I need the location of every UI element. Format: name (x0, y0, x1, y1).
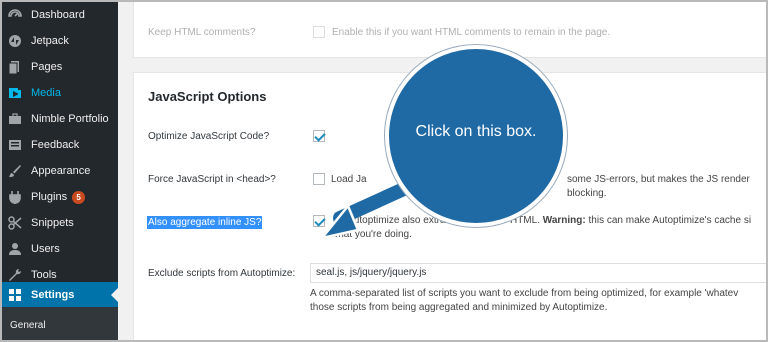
sidebar-item-appearance[interactable]: Appearance (2, 158, 118, 184)
sidebar-item-label: Jetpack (31, 35, 69, 47)
appearance-icon (8, 164, 22, 178)
sidebar-item-label: Feedback (31, 139, 80, 151)
section-title: JavaScript Options (148, 89, 267, 104)
optimize-js-label: Optimize JavaScript Code? (148, 131, 270, 142)
jetpack-icon (8, 34, 22, 48)
sidebar-item-label: Pages (31, 61, 63, 73)
aggregate-inline-js-label: Also aggregate inline JS? (147, 216, 263, 229)
force-head-label: Force JavaScript in <head>? (148, 174, 276, 185)
sidebar-item-label: Users (31, 243, 60, 255)
exclude-scripts-desc-line1: A comma-separated list of scripts you wa… (310, 288, 739, 299)
sidebar-item-label: Media (31, 87, 61, 99)
admin-sidebar: Dashboard Jetpack Pages Media Nimble Por… (2, 2, 118, 340)
sidebar-item-pages[interactable]: Pages (2, 54, 118, 80)
exclude-scripts-value: seal.js, js/jquery/jquery.js (316, 267, 427, 278)
exclude-scripts-input[interactable]: seal.js, js/jquery/jquery.js (310, 263, 768, 283)
callout-bubble: Click on this box. (385, 45, 567, 227)
sidebar-item-label: Nimble Portfolio (31, 113, 109, 125)
force-head-description-end: some JS-errors, but makes the JS render … (567, 174, 750, 199)
keep-comments-label: Keep HTML comments? (148, 27, 256, 38)
media-icon (8, 86, 22, 100)
optimize-js-checkbox[interactable] (313, 130, 325, 142)
snippets-icon (8, 216, 22, 230)
sidebar-item-plugins[interactable]: Plugins 5 (2, 184, 118, 210)
plugins-icon (8, 190, 22, 204)
users-icon (8, 242, 22, 256)
sidebar-item-jetpack[interactable]: Jetpack (2, 28, 118, 54)
sidebar-item-users[interactable]: Users (2, 236, 118, 262)
settings-submenu: General (2, 307, 118, 340)
feedback-icon (8, 138, 22, 152)
keep-comments-description: Enable this if you want HTML comments to… (332, 27, 611, 38)
submenu-item-general[interactable]: General (10, 320, 46, 331)
exclude-scripts-label: Exclude scripts from Autoptimize: (148, 268, 296, 279)
sidebar-item-nimble-portfolio[interactable]: Nimble Portfolio (2, 106, 118, 132)
update-count-badge: 5 (72, 190, 86, 204)
callout-text: Click on this box. (415, 123, 537, 140)
sidebar-item-label: Appearance (31, 165, 91, 177)
sidebar-item-label: Plugins (31, 191, 68, 203)
settings-icon (8, 288, 22, 302)
aggregate-desc-text-end: this can make Autoptimize's cache si (588, 215, 752, 226)
sidebar-item-label: Settings (31, 289, 75, 301)
pages-icon (8, 60, 22, 74)
exclude-scripts-desc-line2: those scripts from being aggregated and … (310, 302, 608, 313)
keep-comments-checkbox[interactable] (313, 26, 325, 38)
sidebar-item-snippets[interactable]: Snippets (2, 210, 118, 236)
aggregate-desc-warning: Warning: (542, 215, 586, 226)
sidebar-item-label: Tools (31, 269, 57, 281)
portfolio-icon (8, 112, 22, 126)
sidebar-item-settings[interactable]: Settings (2, 282, 118, 308)
sidebar-item-feedback[interactable]: Feedback (2, 132, 118, 158)
dashboard-icon (8, 8, 22, 22)
sidebar-item-media[interactable]: Media (2, 80, 118, 106)
sidebar-item-label: Dashboard (31, 9, 85, 21)
tools-icon (8, 268, 22, 282)
sidebar-item-dashboard[interactable]: Dashboard (2, 2, 118, 28)
sidebar-item-label: Snippets (31, 217, 74, 229)
